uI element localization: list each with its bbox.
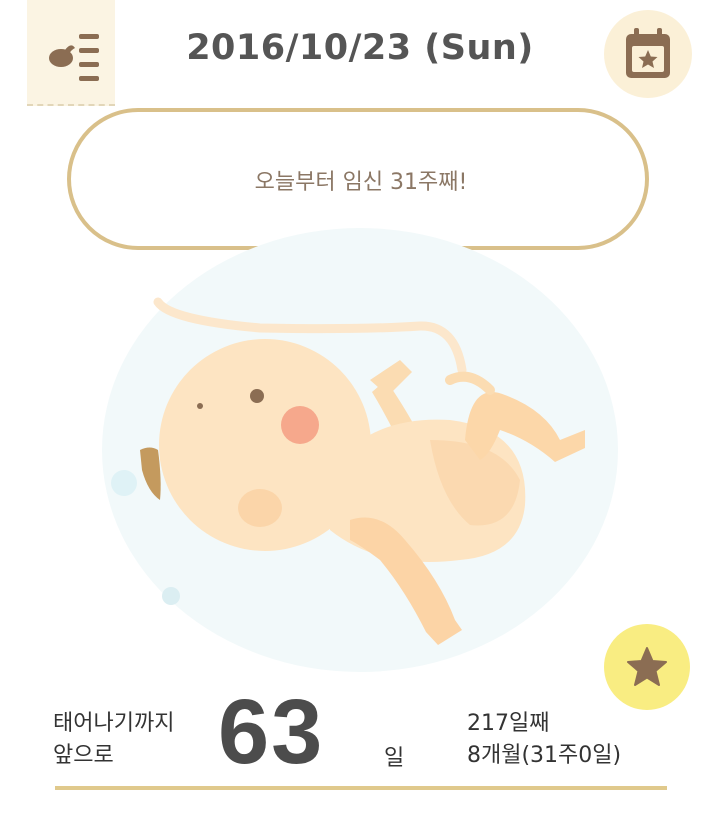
countdown-label: 태어나기까지 앞으로	[53, 708, 174, 772]
pregnancy-day-count: 217일째	[467, 711, 550, 736]
days-unit: 일	[384, 746, 405, 771]
countdown-label-line2: 앞으로	[53, 743, 114, 768]
divider-line	[55, 786, 667, 790]
pregnancy-month-week: 8개월(31주0일)	[467, 743, 622, 768]
countdown-label-line1: 태어나기까지	[53, 711, 175, 736]
fetus-illustration	[102, 228, 618, 672]
pregnancy-progress: 217일째 8개월(31주0일)	[467, 708, 621, 772]
days-remaining: 63	[218, 681, 325, 783]
star-icon	[627, 647, 667, 686]
favorite-button[interactable]	[604, 624, 690, 710]
